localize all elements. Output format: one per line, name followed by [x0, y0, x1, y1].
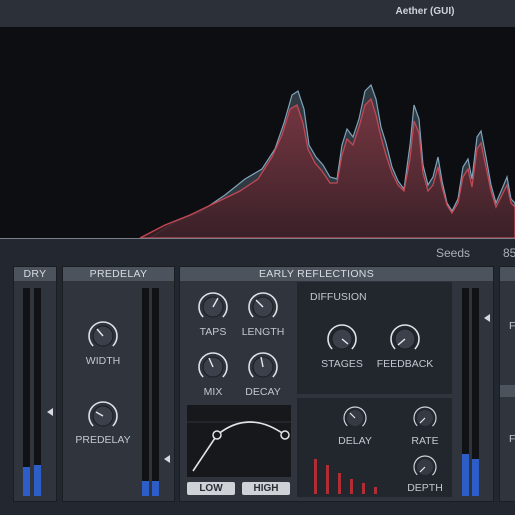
er-meter-right	[472, 288, 479, 496]
dry-level-handle[interactable]	[47, 408, 53, 416]
seeds-value[interactable]: 85	[503, 246, 515, 260]
depth-knob[interactable]	[412, 454, 438, 480]
spectrum-graph	[139, 83, 515, 238]
low-button[interactable]: LOW	[187, 482, 235, 495]
rate-label: RATE	[411, 435, 439, 447]
predelay-knob[interactable]	[87, 400, 119, 432]
right-panel-label-1: F	[509, 320, 515, 332]
er-meter-right-fill	[472, 458, 479, 496]
predelay-level-handle[interactable]	[164, 455, 170, 463]
diffusion-title: DIFFUSION	[310, 291, 367, 303]
delay-knob[interactable]	[342, 405, 368, 431]
eq-low-handle[interactable]	[212, 430, 222, 440]
dry-meter-left-fill	[23, 466, 30, 496]
predelay-meter-right	[152, 288, 159, 496]
right-panel-label-2: F	[509, 433, 515, 445]
dry-meter-right	[34, 288, 41, 496]
rate-knob[interactable]	[412, 405, 438, 431]
spectrum-red-trace	[139, 97, 515, 238]
er-level-handle[interactable]	[484, 314, 490, 322]
predelay-meter-right-fill	[152, 481, 159, 496]
depth-label: DEPTH	[407, 482, 443, 494]
width-label: WIDTH	[85, 355, 121, 367]
dry-meter-right-fill	[34, 464, 41, 496]
predelay-panel-title: PREDELAY	[63, 267, 174, 281]
decay-label: DECAY	[245, 386, 281, 398]
length-knob[interactable]	[247, 291, 279, 323]
stages-knob[interactable]	[326, 323, 358, 355]
width-knob[interactable]	[87, 320, 119, 352]
predelay-meter-left	[142, 288, 149, 496]
predelay-panel: PREDELAY WIDTH PREDELAY	[62, 266, 175, 502]
predelay-label: PREDELAY	[75, 434, 131, 446]
seeds-label: Seeds	[436, 246, 471, 260]
dry-panel-title: DRY	[14, 267, 56, 281]
eq-high-handle[interactable]	[280, 430, 290, 440]
high-button[interactable]: HIGH	[242, 482, 290, 495]
er-meter-left	[462, 288, 469, 496]
early-reflections-title: EARLY REFLECTIONS	[180, 267, 493, 281]
er-meter-left-fill	[462, 454, 469, 496]
right-panel-header	[500, 267, 515, 281]
modulation-section: DELAY RATE DEPTH	[297, 398, 452, 497]
eq-curve	[187, 421, 291, 472]
feedback-knob[interactable]	[389, 323, 421, 355]
dry-panel: DRY	[13, 266, 57, 502]
dry-meter-left	[23, 288, 30, 496]
diffusion-section: DIFFUSION STAGES FEEDBACK	[297, 282, 452, 394]
decay-knob[interactable]	[247, 351, 279, 383]
window-title: Aether (GUI)	[395, 6, 455, 17]
eq-curve-box[interactable]	[187, 405, 291, 477]
title-bar: Aether (GUI)	[0, 0, 515, 27]
tap-level-bars	[314, 459, 377, 494]
early-reflections-panel: EARLY REFLECTIONS TAPS LENGTH MIX DECAY …	[179, 266, 494, 502]
mix-knob[interactable]	[197, 351, 229, 383]
right-panel-partial: F F	[499, 266, 515, 502]
delay-label: DELAY	[338, 435, 372, 447]
taps-knob[interactable]	[197, 291, 229, 323]
predelay-meter-left-fill	[142, 481, 149, 496]
feedback-label: FEEDBACK	[376, 358, 434, 370]
spectrum-display	[0, 27, 515, 238]
right-panel-divider	[500, 385, 515, 397]
length-label: LENGTH	[241, 326, 285, 338]
